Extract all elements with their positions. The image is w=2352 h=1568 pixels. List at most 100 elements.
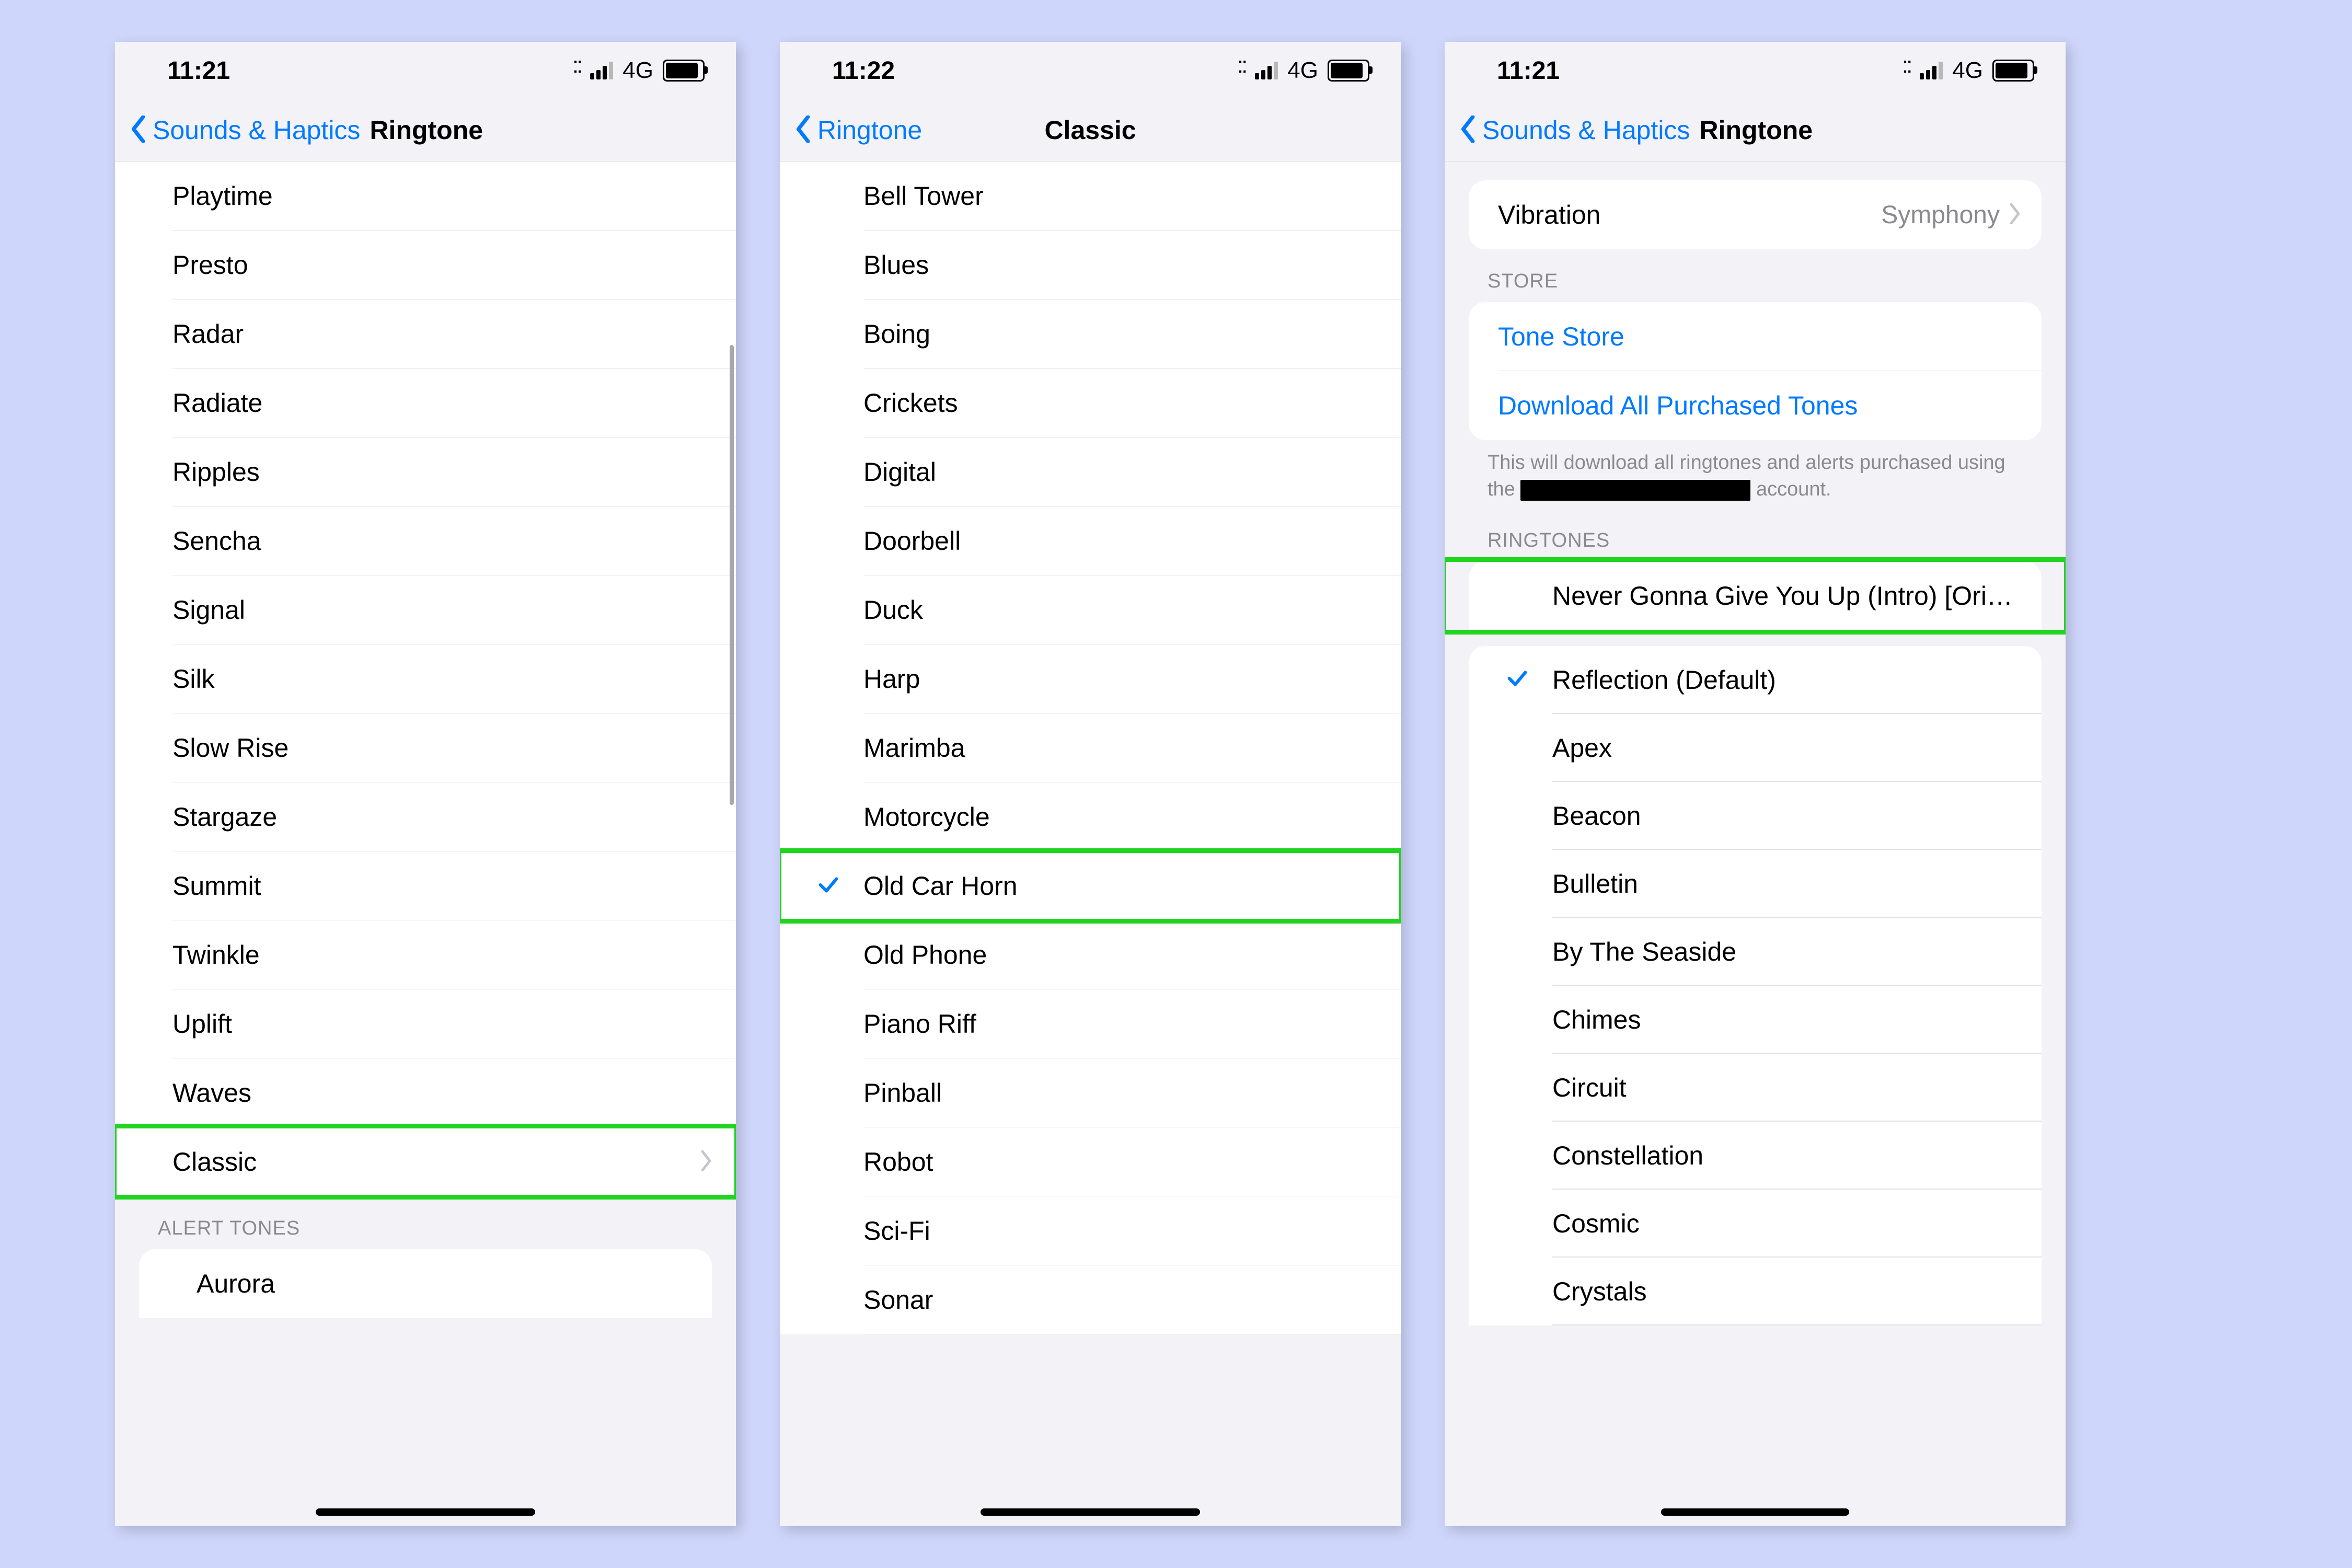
list-item[interactable]: Uplift [115, 989, 736, 1058]
classic-tones-list[interactable]: Bell Tower Blues Boing Crickets DigitalDoorb… [780, 162, 1401, 1334]
list-item[interactable]: Ripples [115, 437, 736, 506]
list-item[interactable]: Circuit [1469, 1054, 2042, 1122]
status-time: 11:21 [1497, 56, 1560, 85]
list-item-label: Bulletin [1552, 869, 2017, 899]
list-item[interactable]: Robot [780, 1127, 1401, 1196]
battery-icon [1328, 60, 1369, 82]
list-item[interactable]: Digital [780, 437, 1401, 506]
list-item-label: Stargaze [172, 802, 712, 832]
nav-title: Ringtone [370, 115, 483, 145]
list-item[interactable]: Motorcycle [780, 782, 1401, 851]
home-indicator[interactable] [1661, 1508, 1849, 1516]
screenshot-ringtone-list: 11:21 :: 4G Sounds & Haptics Ringtone Pl… [115, 42, 736, 1526]
store-footer: This will download all ringtones and ale… [1445, 440, 2066, 524]
list-item-label: Silk [172, 664, 712, 694]
list-item-label: Crickets [863, 388, 1377, 418]
list-item[interactable]: Beacon [1469, 782, 2042, 850]
list-item[interactable]: Silk [115, 644, 736, 713]
nav-bar: Ringtone Classic [780, 99, 1401, 162]
builtin-ringtones-list[interactable]: Reflection (Default) Apex Beacon Bulletin By… [1469, 646, 2042, 1325]
back-chevron-icon[interactable] [794, 116, 813, 145]
content-area: Bell Tower Blues Boing Crickets DigitalDoorb… [780, 162, 1401, 1334]
list-item[interactable]: Bulletin [1469, 850, 2042, 918]
list-item[interactable]: Bell Tower [780, 162, 1401, 230]
list-item[interactable]: Cosmic [1469, 1190, 2042, 1258]
vibration-label: Vibration [1498, 200, 1600, 230]
link-label: Tone Store [1498, 321, 2021, 352]
download-purchased-link[interactable]: Download All Purchased Tones [1469, 371, 2042, 440]
list-item-label: Crystals [1552, 1276, 2017, 1307]
list-item-label: Robot [863, 1147, 1377, 1177]
list-item[interactable]: Sencha [115, 506, 736, 575]
battery-icon [1992, 60, 2034, 82]
list-item-label: Harp [863, 664, 1377, 694]
list-item[interactable]: Harp [780, 644, 1401, 713]
list-item-label: By The Seaside [1552, 937, 2017, 967]
list-item[interactable]: Crystals [1469, 1258, 2042, 1325]
list-item[interactable]: Blues [780, 230, 1401, 299]
list-item[interactable]: Duck [780, 575, 1401, 644]
vibration-value: Symphony [1881, 201, 2000, 229]
list-item[interactable]: Piano Riff [780, 989, 1401, 1058]
home-indicator[interactable] [316, 1508, 535, 1516]
list-item[interactable]: Slow Rise [115, 713, 736, 782]
store-header: STORE [1445, 249, 2066, 302]
screenshot-ringtone-top: 11:21 :: 4G Sounds & Haptics Ringtone Vi… [1445, 42, 2066, 1526]
chevron-right-icon [699, 1150, 712, 1174]
list-item[interactable]: Old Phone [780, 920, 1401, 989]
scroll-indicator [730, 345, 734, 805]
checkmark-icon [816, 873, 840, 900]
classic-row[interactable]: Classic [115, 1127, 736, 1196]
list-item[interactable]: Aurora [139, 1249, 712, 1318]
list-item[interactable]: Presto [115, 230, 736, 299]
list-item-label: Blues [863, 250, 1377, 280]
list-item[interactable]: Radar [115, 299, 736, 368]
list-item[interactable]: Signal [115, 575, 736, 644]
list-item-label: Beacon [1552, 801, 2017, 831]
list-item[interactable]: Stargaze [115, 782, 736, 851]
list-item-label: Aurora [197, 1269, 688, 1299]
list-item[interactable]: Pinball [780, 1058, 1401, 1127]
list-item[interactable]: Constellation [1469, 1122, 2042, 1190]
network-label: 4G [1287, 57, 1318, 84]
list-item-label: Summit [172, 871, 712, 901]
cellular-signal-icon [1920, 62, 1943, 79]
list-item-label: Marimba [863, 733, 1377, 763]
list-item[interactable]: Doorbell [780, 506, 1401, 575]
list-item[interactable]: Waves [115, 1058, 736, 1127]
list-item[interactable]: Marimba [780, 713, 1401, 782]
ringtones-list[interactable]: PlaytimePrestoRadarRadiateRipplesSenchaS… [115, 162, 736, 1127]
back-button[interactable]: Sounds & Haptics [153, 115, 360, 145]
list-item[interactable]: By The Seaside [1469, 918, 2042, 986]
tone-store-link[interactable]: Tone Store [1469, 302, 2042, 371]
status-bar: 11:21 :: 4G [115, 42, 736, 99]
custom-tones-list[interactable]: Never Gonna Give You Up (Intro) [Origi… [1469, 561, 2042, 630]
list-item[interactable]: Boing [780, 299, 1401, 368]
list-item[interactable]: Sonar [780, 1265, 1401, 1334]
list-item[interactable]: Radiate [115, 368, 736, 437]
list-item[interactable]: Playtime [115, 162, 736, 230]
back-button[interactable]: Ringtone [817, 115, 922, 145]
custom-ringtone-row[interactable]: Never Gonna Give You Up (Intro) [Origi… [1469, 561, 2042, 630]
list-item-label: Reflection (Default) [1552, 665, 2017, 695]
vibration-row[interactable]: Vibration Symphony [1469, 180, 2042, 249]
list-item[interactable]: Reflection (Default) [1469, 646, 2042, 714]
list-item[interactable]: Old Car Horn [780, 851, 1401, 920]
status-time: 11:21 [167, 56, 230, 85]
list-item[interactable]: Sci-Fi [780, 1196, 1401, 1265]
list-item[interactable]: Twinkle [115, 920, 736, 989]
back-chevron-icon[interactable] [1459, 116, 1478, 145]
alert-tones-list[interactable]: Aurora [139, 1249, 712, 1318]
list-item[interactable]: Crickets [780, 368, 1401, 437]
list-item[interactable]: Apex [1469, 714, 2042, 782]
list-item[interactable]: Chimes [1469, 986, 2042, 1054]
link-label: Download All Purchased Tones [1498, 390, 2021, 421]
chevron-right-icon [2008, 203, 2021, 227]
back-chevron-icon[interactable] [130, 116, 148, 145]
list-item[interactable]: Summit [115, 851, 736, 920]
list-item-label: Sonar [863, 1285, 1377, 1315]
battery-icon [663, 60, 705, 82]
back-button[interactable]: Sounds & Haptics [1482, 115, 1690, 145]
list-item-label: Twinkle [172, 940, 712, 970]
home-indicator[interactable] [981, 1508, 1200, 1516]
